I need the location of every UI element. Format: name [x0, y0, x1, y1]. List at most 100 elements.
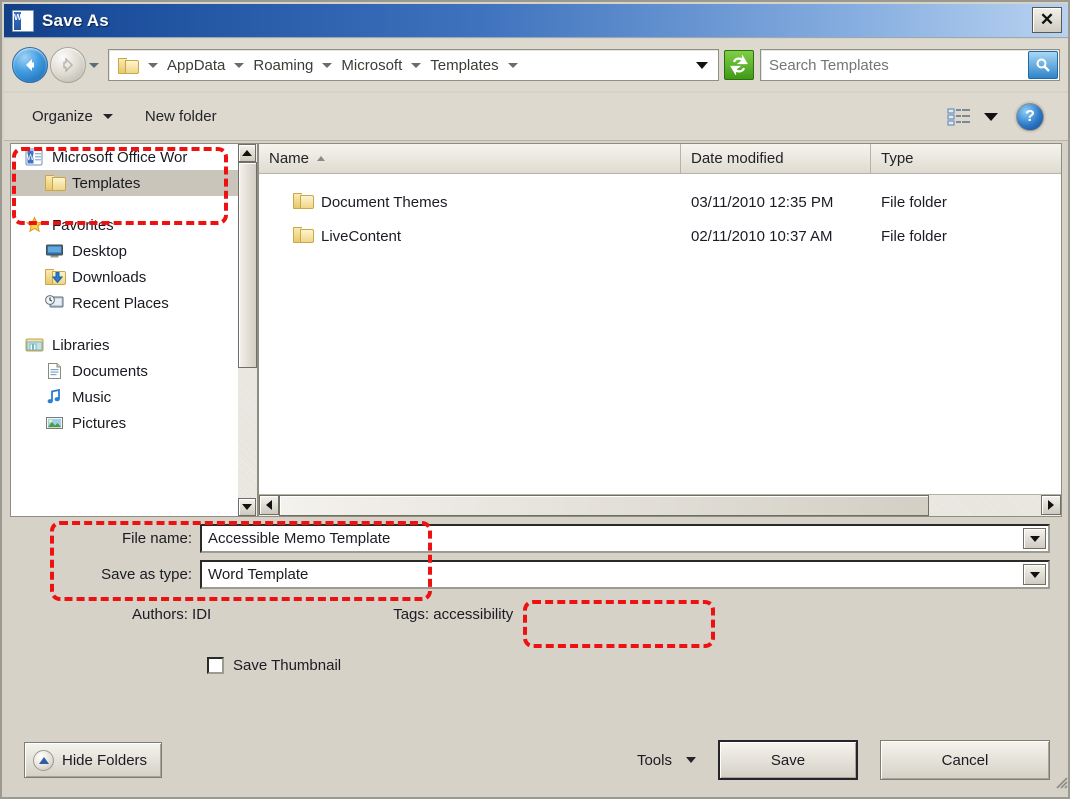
new-folder-label: New folder	[144, 108, 217, 125]
save-thumbnail-checkbox[interactable]	[207, 657, 224, 674]
sidebar-item-recent-places[interactable]: Recent Places	[11, 290, 238, 316]
resize-grip-icon[interactable]	[1052, 773, 1068, 789]
save-thumbnail-row[interactable]: Save Thumbnail	[207, 657, 1068, 674]
scroll-down-arrow-icon[interactable]	[238, 498, 256, 516]
sidebar-scrollbar[interactable]	[238, 143, 258, 517]
navigation-pane[interactable]: W Microsoft Office Wor Templates Favorit…	[10, 143, 238, 517]
sidebar-item-microsoft-office-word[interactable]: W Microsoft Office Wor	[11, 144, 238, 170]
breadcrumb-separator	[322, 62, 333, 68]
collapse-up-icon	[33, 749, 54, 771]
save-as-type-label: Save as type:	[101, 566, 192, 583]
refresh-icon[interactable]	[724, 50, 754, 80]
tools-label: Tools	[636, 751, 672, 769]
column-header-date-modified[interactable]: Date modified	[681, 144, 871, 173]
sidebar-item-libraries[interactable]: Libraries	[11, 332, 238, 358]
tags-field[interactable]: Tags: accessibility	[393, 606, 513, 623]
tools-button[interactable]: Tools	[633, 746, 700, 775]
command-toolbar: Organize New folder ?	[4, 93, 1068, 141]
file-type-cell: File folder	[881, 227, 947, 245]
file-name-combobox[interactable]: Accessible Memo Template	[200, 524, 1050, 553]
metadata-row: Authors: IDI Tags: accessibility	[2, 599, 1068, 629]
search-input[interactable]	[761, 55, 1028, 75]
file-name-label: File name:	[121, 530, 192, 547]
sidebar-item-label: Music	[72, 388, 112, 406]
search-box[interactable]	[760, 49, 1060, 81]
table-row[interactable]: Document Themes 03/11/2010 12:35 PM File…	[259, 185, 1061, 219]
music-note-icon	[45, 388, 65, 406]
dialog-footer: Hide Folders Tools Save Cancel	[2, 729, 1068, 791]
file-name-row: File name: Accessible Memo Template	[2, 523, 1068, 554]
search-magnifier-icon[interactable]	[1028, 51, 1058, 79]
organize-button[interactable]: Organize	[24, 104, 121, 129]
file-rows: Document Themes 03/11/2010 12:35 PM File…	[259, 174, 1061, 494]
sidebar-item-desktop[interactable]: Desktop	[11, 238, 238, 264]
horizontal-scrollbar-thumb[interactable]	[279, 495, 929, 516]
scroll-right-arrow-icon[interactable]	[1041, 495, 1061, 515]
sidebar-item-label: Libraries	[52, 336, 110, 354]
breadcrumb-item-appdata[interactable]: AppData	[165, 57, 227, 74]
sidebar-item-label: Desktop	[72, 242, 128, 260]
recent-pages-chevron-icon[interactable]	[86, 47, 102, 83]
file-name-cell[interactable]: LiveContent	[259, 226, 681, 246]
word-document-icon	[12, 9, 34, 32]
sidebar-scrollbar-thumb[interactable]	[238, 162, 257, 368]
file-list-pane[interactable]: Name Date modified Type Document Themes …	[258, 143, 1062, 517]
sidebar-item-label: Recent Places	[72, 294, 169, 312]
chevron-down-icon	[102, 114, 113, 119]
sidebar-item-music[interactable]: Music	[11, 384, 238, 410]
forward-arrow-icon[interactable]	[50, 47, 86, 83]
column-header-name[interactable]: Name	[259, 144, 681, 173]
breadcrumb-item-roaming[interactable]: Roaming	[251, 57, 315, 74]
breadcrumb-item-microsoft[interactable]: Microsoft	[339, 57, 404, 74]
hide-folders-button[interactable]: Hide Folders	[24, 742, 163, 778]
column-header-label: Type	[881, 150, 914, 167]
file-name-label: LiveContent	[321, 227, 402, 245]
folder-icon	[293, 192, 314, 212]
sidebar-item-templates[interactable]: Templates	[11, 170, 238, 196]
sidebar-item-pictures[interactable]: Pictures	[11, 410, 238, 436]
new-folder-button[interactable]: New folder	[137, 104, 225, 129]
chevron-down-icon[interactable]	[1023, 564, 1046, 585]
svg-text:W: W	[27, 153, 35, 162]
word-app-icon: W	[25, 148, 45, 166]
horizontal-scrollbar[interactable]	[259, 494, 1061, 516]
sidebar-item-downloads[interactable]: Downloads	[11, 264, 238, 290]
table-row[interactable]: LiveContent 02/11/2010 10:37 AM File fol…	[259, 219, 1061, 253]
chevron-down-icon[interactable]	[978, 103, 1004, 131]
sidebar-scrollbar-track[interactable]	[238, 368, 257, 498]
libraries-icon	[25, 336, 45, 354]
save-thumbnail-label: Save Thumbnail	[233, 657, 342, 674]
chevron-down-icon[interactable]	[1023, 528, 1046, 549]
scroll-left-arrow-icon[interactable]	[259, 495, 279, 515]
save-as-type-combobox[interactable]: Word Template	[200, 560, 1050, 589]
sidebar-item-label: Favorites	[52, 216, 114, 234]
close-icon[interactable]: ✕	[1032, 7, 1062, 33]
save-form: File name: Accessible Memo Template Save…	[2, 523, 1068, 674]
scroll-up-arrow-icon[interactable]	[238, 144, 256, 162]
save-as-type-value[interactable]: Word Template	[202, 566, 308, 583]
address-bar[interactable]: AppData Roaming Microsoft Templates	[108, 49, 719, 81]
downloads-icon	[45, 268, 66, 286]
recent-places-icon	[45, 294, 65, 312]
cancel-button[interactable]: Cancel	[880, 740, 1050, 780]
chevron-down-icon[interactable]	[696, 61, 708, 69]
file-name-cell[interactable]: Document Themes	[259, 192, 681, 212]
column-header-label: Name	[269, 150, 310, 167]
authors-field[interactable]: Authors: IDI	[132, 606, 211, 623]
save-button[interactable]: Save	[718, 740, 858, 780]
help-icon[interactable]: ?	[1016, 102, 1044, 131]
file-name-input[interactable]: Accessible Memo Template	[202, 530, 390, 547]
sidebar-item-favorites[interactable]: Favorites	[11, 212, 238, 238]
horizontal-scrollbar-track[interactable]	[929, 495, 1041, 516]
sidebar-item-documents[interactable]: Documents	[11, 358, 238, 384]
file-date-cell: 03/11/2010 12:35 PM	[691, 193, 834, 211]
column-header-type[interactable]: Type	[871, 144, 1061, 173]
back-arrow-icon[interactable]	[12, 47, 48, 83]
breadcrumb-item-templates[interactable]: Templates	[428, 57, 500, 74]
folder-icon	[45, 174, 66, 192]
view-list-icon[interactable]	[942, 103, 976, 131]
breadcrumb-separator	[411, 62, 422, 68]
sidebar-item-label: Pictures	[72, 414, 127, 432]
